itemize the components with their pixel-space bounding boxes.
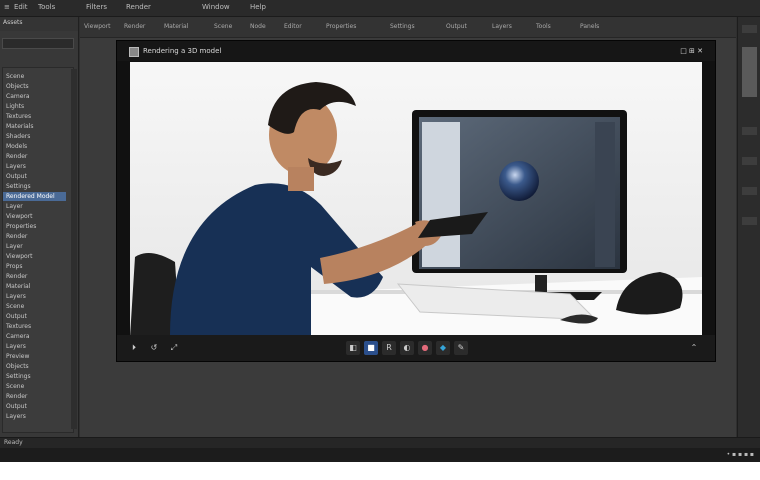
tree-item[interactable]: Camera: [6, 92, 30, 101]
search-input[interactable]: [2, 38, 74, 49]
tree-item[interactable]: Objects: [6, 82, 29, 91]
diamond-icon[interactable]: ◆: [436, 341, 450, 355]
tree-item[interactable]: Viewport: [6, 252, 33, 261]
tree-item[interactable]: Layers: [6, 342, 26, 351]
taskbar: • ▪ ▪ ▪ ▪: [0, 448, 760, 462]
tree-item[interactable]: Output: [6, 312, 27, 321]
tree-item[interactable]: Settings: [6, 372, 31, 381]
tree-item[interactable]: Scene: [6, 382, 24, 391]
render-icon[interactable]: R: [382, 341, 396, 355]
menu-filters[interactable]: Filters: [86, 3, 107, 12]
tree-item[interactable]: Scene: [6, 72, 24, 81]
right-tab[interactable]: [742, 25, 757, 33]
tree-item[interactable]: Material: [6, 282, 30, 291]
tab-output[interactable]: Output: [446, 22, 467, 32]
menu-render[interactable]: Render: [126, 3, 151, 12]
panel-header: Assets: [0, 17, 78, 31]
status-text: Ready: [4, 439, 23, 446]
expand-icon[interactable]: ⤢: [167, 341, 181, 355]
panel-title: Assets: [3, 19, 23, 26]
stop-icon[interactable]: ■: [364, 341, 378, 355]
tree-item[interactable]: Rendered Model: [3, 192, 66, 201]
tree-item[interactable]: Camera: [6, 332, 30, 341]
menu-edit[interactable]: Edit: [14, 3, 28, 12]
tab-viewport[interactable]: Viewport: [84, 22, 111, 32]
tree-item[interactable]: Objects: [6, 362, 29, 371]
tab-scene[interactable]: Scene: [214, 22, 232, 32]
tab-render[interactable]: Render: [124, 22, 145, 32]
tab-node[interactable]: Node: [250, 22, 266, 32]
tree-item[interactable]: Props: [6, 262, 22, 271]
rendered-image: [130, 62, 702, 335]
tree-scrollbar[interactable]: [71, 69, 77, 429]
collapse-icon[interactable]: ⌃: [687, 341, 701, 355]
tree-item[interactable]: Layers: [6, 292, 26, 301]
right-tab[interactable]: [742, 157, 757, 165]
preview-thumbnail: [742, 47, 757, 97]
record-icon[interactable]: ●: [418, 341, 432, 355]
workspace-tab-strip: Viewport Render Material Scene Node Edit…: [80, 17, 736, 38]
tree-item[interactable]: Render: [6, 272, 27, 281]
viewer-title: Rendering a 3D model: [143, 47, 222, 55]
tab-properties[interactable]: Properties: [326, 22, 356, 32]
tree-item[interactable]: Render: [6, 152, 27, 161]
layer-icon[interactable]: ◧: [346, 341, 360, 355]
right-tab[interactable]: [742, 127, 757, 135]
photo-illustration: [130, 62, 702, 335]
viewer-toolbar: ⏵ ↺ ⤢ ◧ ■ R ◐ ● ◆ ✎ ⌃: [117, 335, 715, 361]
tree-item[interactable]: Layer: [6, 202, 23, 211]
image-viewer: Rendering a 3D model □ ⊞ ✕ ⏵ ↺ ⤢ ◧ ■ R ◐…: [116, 40, 716, 362]
tree-item[interactable]: Materials: [6, 122, 34, 131]
tree-item[interactable]: Lights: [6, 102, 24, 111]
tab-tools[interactable]: Tools: [536, 22, 551, 32]
image-icon: [129, 47, 139, 57]
viewer-window-controls[interactable]: □ ⊞ ✕: [680, 46, 703, 56]
viewer-title-bar: Rendering a 3D model □ ⊞ ✕: [117, 41, 715, 61]
right-tab[interactable]: [742, 217, 757, 225]
menu-tools[interactable]: Tools: [38, 3, 55, 12]
menu-help[interactable]: Help: [250, 3, 266, 12]
tree-item[interactable]: Properties: [6, 222, 36, 231]
tab-layers[interactable]: Layers: [492, 22, 512, 32]
tree-item[interactable]: Render: [6, 232, 27, 241]
tab-panels[interactable]: Panels: [580, 22, 599, 32]
tree-item[interactable]: Preview: [6, 352, 29, 361]
tab-material[interactable]: Material: [164, 22, 188, 32]
right-panel: [737, 17, 760, 437]
tree-item[interactable]: Scene: [6, 302, 24, 311]
tree-item[interactable]: Render: [6, 392, 27, 401]
tree-item[interactable]: Textures: [6, 322, 31, 331]
system-tray[interactable]: • ▪ ▪ ▪ ▪: [727, 451, 754, 458]
tree-item[interactable]: Shaders: [6, 132, 30, 141]
asset-tree: Scene Objects Camera Lights Textures Material…: [2, 67, 74, 433]
tree-item[interactable]: Layer: [6, 242, 23, 251]
tab-editor[interactable]: Editor: [284, 22, 302, 32]
tree-item[interactable]: Models: [6, 142, 27, 151]
tree-item[interactable]: Layers: [6, 412, 26, 421]
play-icon[interactable]: ⏵: [127, 341, 141, 355]
menu-bar: ≡ Edit Tools Filters Render Window Help: [0, 0, 760, 17]
tree-item[interactable]: Viewport: [6, 212, 33, 221]
tree-item[interactable]: Output: [6, 402, 27, 411]
tree-item[interactable]: Textures: [6, 112, 31, 121]
app-icon[interactable]: ≡: [4, 3, 10, 12]
menu-window[interactable]: Window: [202, 3, 230, 12]
tree-item[interactable]: Settings: [6, 182, 31, 191]
tree-item[interactable]: Output: [6, 172, 27, 181]
contrast-icon[interactable]: ◐: [400, 341, 414, 355]
application-window: ≡ Edit Tools Filters Render Window Help …: [0, 0, 760, 462]
tree-item[interactable]: Layers: [6, 162, 26, 171]
right-tab[interactable]: [742, 187, 757, 195]
assets-panel: Assets Scene Objects Camera Lights Textures M…: [0, 17, 79, 451]
refresh-icon[interactable]: ↺: [147, 341, 161, 355]
pen-icon[interactable]: ✎: [454, 341, 468, 355]
tab-settings[interactable]: Settings: [390, 22, 415, 32]
